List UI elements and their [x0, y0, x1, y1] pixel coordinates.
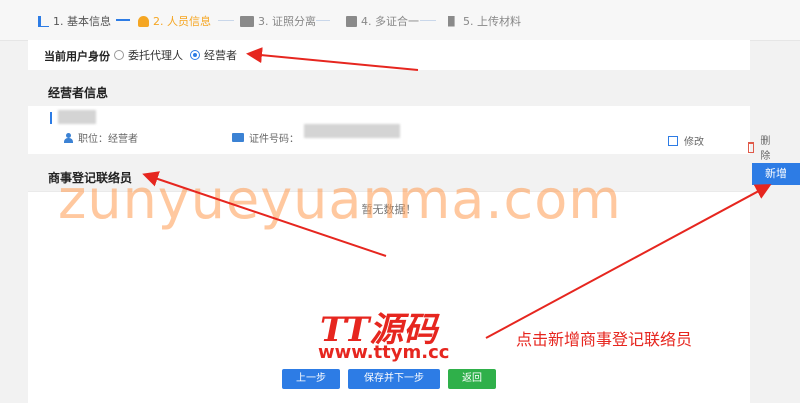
- arrow-to-operator-radio: [246, 47, 419, 71]
- arrow-to-liaison-title: [142, 171, 387, 257]
- brand-url: www.ttym.cc: [318, 342, 450, 363]
- annotation-hint: 点击新增商事登记联络员: [516, 330, 693, 349]
- arrow-to-add-button: [485, 184, 772, 339]
